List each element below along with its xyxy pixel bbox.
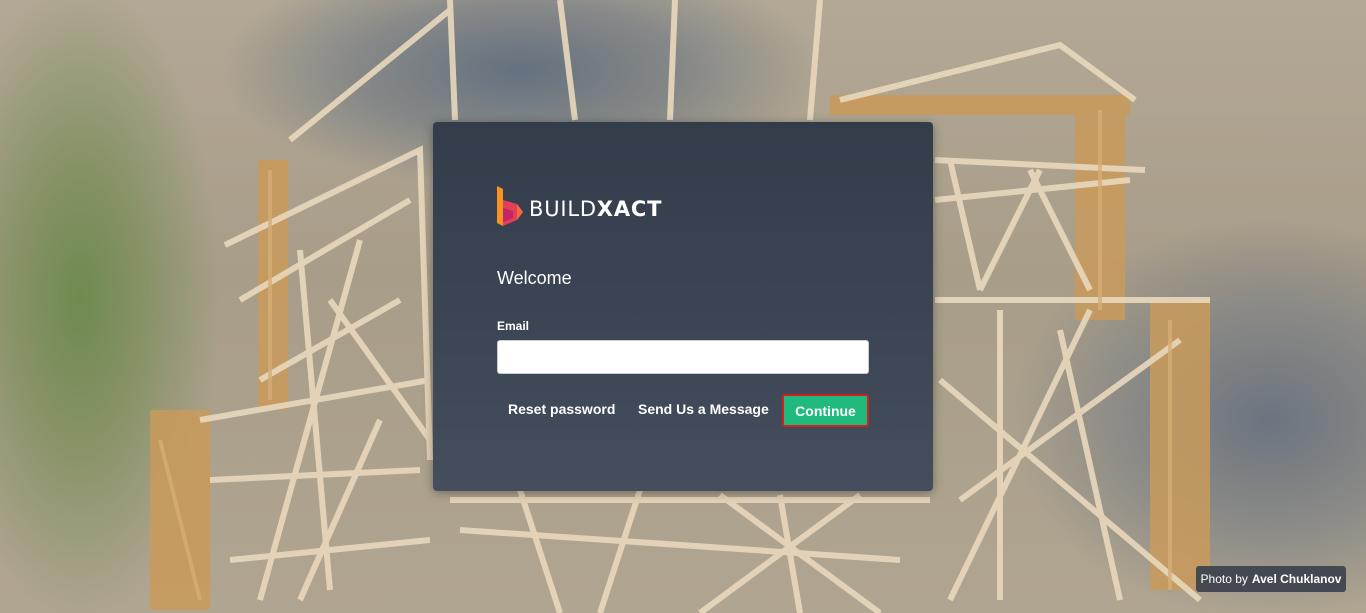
- buildxact-logo: BUILD XACT: [497, 186, 662, 226]
- brand-wordmark-build: BUILD: [529, 197, 597, 221]
- buildxact-b-logo-icon: [497, 186, 523, 226]
- login-card: BUILD XACT Welcome Email Reset password S…: [433, 122, 933, 491]
- page-title: Welcome: [497, 268, 572, 288]
- send-message-link[interactable]: Send Us a Message: [638, 401, 769, 417]
- continue-button[interactable]: Continue: [782, 394, 869, 427]
- reset-password-link[interactable]: Reset password: [508, 401, 615, 417]
- brand-wordmark: BUILD XACT: [529, 197, 662, 221]
- photo-credit-badge: Photo by Avel Chuklanov: [1196, 566, 1346, 592]
- email-label: Email: [497, 319, 530, 333]
- brand-wordmark-xact: XACT: [596, 197, 663, 221]
- photo-credit-prefix: Photo by: [1200, 572, 1248, 586]
- photo-credit-author[interactable]: Avel Chuklanov: [1252, 572, 1342, 586]
- email-field[interactable]: [497, 340, 869, 374]
